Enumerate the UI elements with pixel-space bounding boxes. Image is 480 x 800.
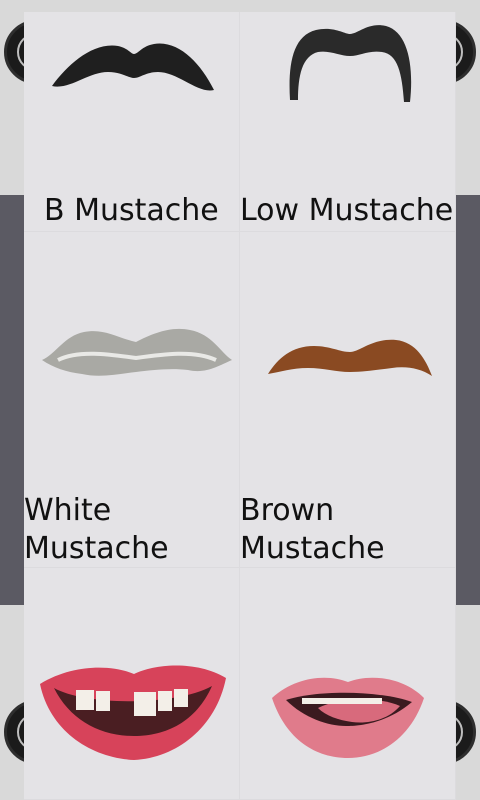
mustache-picker-dialog: B Mustache Low Mustache White Mustache B…: [24, 12, 456, 800]
mustache-grid: B Mustache Low Mustache White Mustache B…: [24, 12, 456, 800]
lips-tongue-image: [272, 677, 424, 758]
item-label: White Mustache: [24, 493, 169, 566]
low-mustache-image: [289, 25, 412, 103]
black-mustache-image: [52, 43, 214, 91]
grid-item-low-mustache[interactable]: Low Mustache: [240, 12, 456, 232]
grid-item-b-mustache[interactable]: B Mustache: [24, 12, 240, 232]
grid-item-white-mustache[interactable]: White Mustache: [24, 232, 240, 568]
grid-item-lips-gap-tooth[interactable]: [24, 568, 240, 800]
white-mustache-image: [42, 328, 232, 376]
lips-gap-tooth-image: [40, 665, 226, 760]
item-label: B Mustache: [44, 193, 219, 228]
item-label: Brown Mustache: [240, 493, 385, 566]
item-label: Low Mustache: [240, 193, 454, 228]
grid-item-lips-tongue[interactable]: [240, 568, 456, 800]
grid-item-brown-mustache[interactable]: Brown Mustache: [240, 232, 456, 568]
brown-mustache-image: [268, 339, 432, 376]
